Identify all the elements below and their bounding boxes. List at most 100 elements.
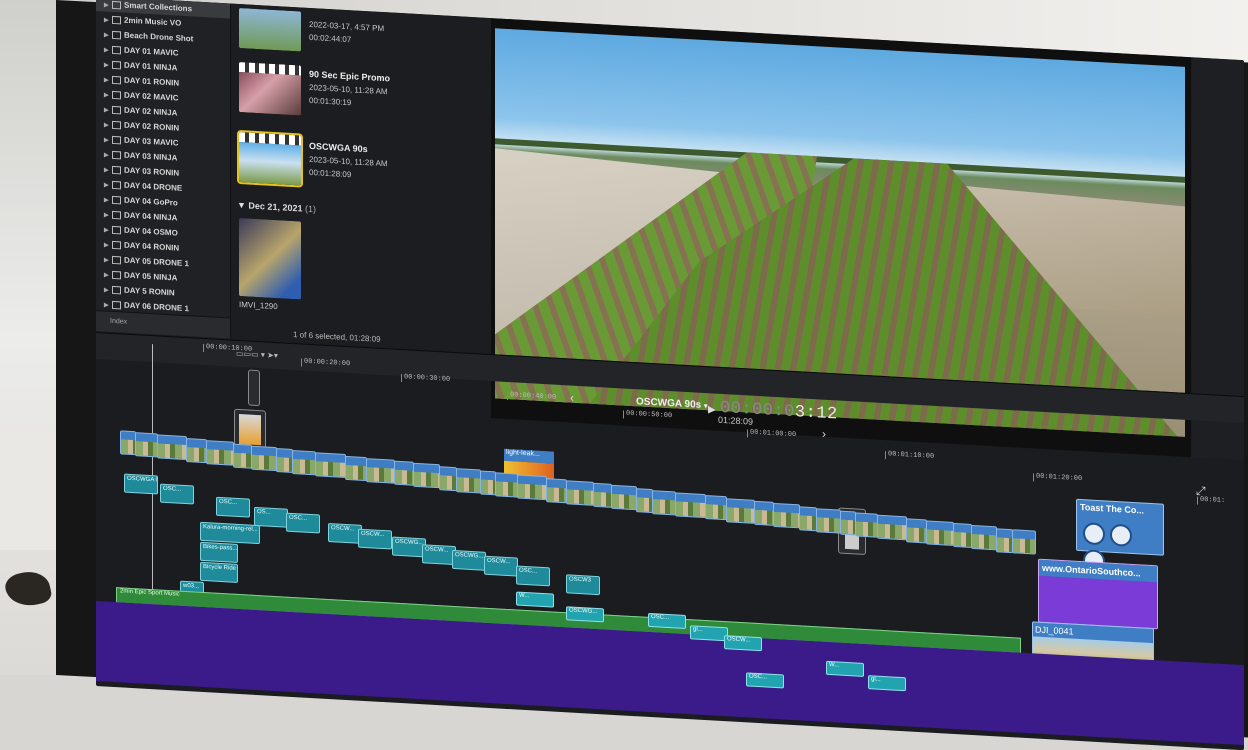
event-icon <box>112 90 121 100</box>
timeline-clip[interactable] <box>315 452 346 478</box>
storyline-clip[interactable]: OSCW... <box>484 555 518 577</box>
audio-clip[interactable]: W... <box>516 591 554 608</box>
fullscreen-icon[interactable]: ⤢ <box>1196 483 1206 499</box>
selected-clip-thumbnail[interactable] <box>237 129 303 188</box>
timeline-clip[interactable] <box>705 495 727 521</box>
connected-clip[interactable]: Bicycle Ride <box>200 561 238 583</box>
clip-filmstrip <box>653 499 675 515</box>
clip-filmstrip <box>594 491 611 507</box>
storyline-clip[interactable]: OSC... <box>160 483 194 505</box>
storyline-clip[interactable]: OSCW3 <box>566 574 600 596</box>
timeline-clip[interactable] <box>251 445 277 472</box>
clip-thumbnail[interactable] <box>239 7 301 52</box>
clip-filmstrip <box>367 467 394 483</box>
clip-filmstrip <box>997 537 1012 553</box>
timeline-clip[interactable] <box>754 500 774 526</box>
chevron-down-icon[interactable]: ▾ <box>704 403 708 410</box>
timeline-clip[interactable] <box>456 468 481 494</box>
website-title-clip[interactable]: www.OntarioSouthco... <box>1038 558 1158 630</box>
storyline-clip[interactable]: OS... <box>254 506 288 528</box>
timeline-clip[interactable] <box>840 510 856 536</box>
play-icon[interactable]: ▶ <box>708 404 716 415</box>
disclosure-triangle-icon[interactable]: ▼ <box>237 200 248 211</box>
timeline-clip[interactable] <box>157 434 187 461</box>
clip-filmstrip <box>567 489 593 505</box>
timeline-clip[interactable] <box>480 470 496 496</box>
storyline-clip[interactable]: OSCW... <box>328 522 362 544</box>
storyline-clip[interactable]: OSCWG... <box>392 536 426 558</box>
timeline-clip[interactable] <box>1012 529 1036 555</box>
clip-thumbnail[interactable] <box>239 61 301 116</box>
clip-filmstrip <box>954 531 971 547</box>
toast-title-clip[interactable]: Toast The Co... <box>1076 498 1164 573</box>
event-icon <box>112 45 121 55</box>
sidebar-item-label: DAY 04 DRONE <box>124 180 183 193</box>
audio-clip[interactable]: gl... <box>868 675 906 692</box>
timeline-clip[interactable] <box>726 498 755 524</box>
timeline-clip[interactable] <box>855 512 878 538</box>
timeline-clip[interactable] <box>186 438 207 464</box>
timeline-clip[interactable] <box>953 522 972 548</box>
timeline-clip[interactable] <box>593 482 612 508</box>
event-icon <box>112 180 121 190</box>
storyline-clip[interactable]: OSC... <box>216 496 250 518</box>
timeline-clip[interactable] <box>233 443 252 469</box>
connected-clip[interactable]: Kalura-morning-rel... <box>200 521 260 545</box>
clip-filmstrip <box>207 449 233 465</box>
storyline-clip[interactable]: OSCW... <box>358 528 392 550</box>
audio-clip[interactable]: OSCWG... <box>566 606 604 623</box>
timeline-clip[interactable] <box>394 460 414 486</box>
timeline-clip[interactable] <box>413 462 440 489</box>
timeline-clip[interactable] <box>276 448 293 474</box>
storyline-clip[interactable]: OSCWG... <box>452 549 486 571</box>
connected-clip[interactable]: Bikes-pass... <box>200 541 238 563</box>
event-icon <box>112 195 121 205</box>
timeline-clip[interactable] <box>366 458 395 484</box>
storyline-clip[interactable]: OSC... <box>286 512 320 534</box>
audio-clip[interactable]: OSCW... <box>724 635 762 652</box>
timeline-clip[interactable] <box>206 440 234 466</box>
audio-clip[interactable]: gl... <box>690 625 728 642</box>
timeline-clip[interactable] <box>636 488 653 514</box>
sidebar-item-label: DAY 02 NINJA <box>124 105 178 118</box>
timeline-clip[interactable] <box>675 492 706 519</box>
timeline-clip[interactable] <box>546 478 567 504</box>
timeline-clip[interactable] <box>611 484 637 511</box>
timeline-clip[interactable] <box>971 524 997 551</box>
index-button[interactable]: Index <box>110 318 127 326</box>
timeline-clip[interactable] <box>652 490 676 516</box>
timeline-clip[interactable] <box>799 506 817 532</box>
next-icon[interactable]: › <box>822 427 826 441</box>
clip-thumbnail[interactable] <box>239 217 301 300</box>
title-clip[interactable] <box>248 369 260 407</box>
timeline-clip[interactable] <box>926 520 954 546</box>
timeline-clip[interactable] <box>773 502 800 529</box>
clip-image <box>239 141 301 186</box>
sidebar-item-label: 2min Music VO <box>124 15 182 28</box>
timeline-clip[interactable] <box>292 449 316 476</box>
timeline-clip[interactable] <box>135 432 158 458</box>
timeline-clip[interactable] <box>495 472 518 498</box>
timeline-clip[interactable] <box>996 528 1013 554</box>
timeline-clip[interactable] <box>906 518 927 544</box>
clip-filmstrip <box>496 481 517 497</box>
timeline-clip[interactable] <box>566 480 594 506</box>
timeline-clip[interactable] <box>816 508 841 534</box>
timeline-clip[interactable] <box>517 474 547 501</box>
event-icon <box>112 75 121 85</box>
timeline-clip[interactable] <box>877 514 907 541</box>
timeline-clip[interactable] <box>120 430 136 456</box>
storyline-clip[interactable]: OSC... <box>516 565 550 587</box>
badge-icon <box>1083 522 1105 546</box>
storyline-clip[interactable]: OSCWGA 0... <box>124 473 158 495</box>
audio-clip[interactable]: OSC... <box>648 612 686 629</box>
sidebar-item-label: DAY 04 NINJA <box>124 210 178 223</box>
date-group-header[interactable]: ▼ Dec 21, 2021 (1) <box>237 200 316 214</box>
previous-icon[interactable]: ‹ <box>570 391 574 405</box>
sidebar-item-label: DAY 5 RONIN <box>124 285 175 298</box>
sidebar-item-label: DAY 04 OSMO <box>124 225 178 238</box>
event-icon <box>112 60 121 70</box>
storyline-clip[interactable]: OSCW... <box>422 544 456 566</box>
timeline-clip[interactable] <box>345 455 367 482</box>
timeline-clip[interactable] <box>439 466 457 492</box>
